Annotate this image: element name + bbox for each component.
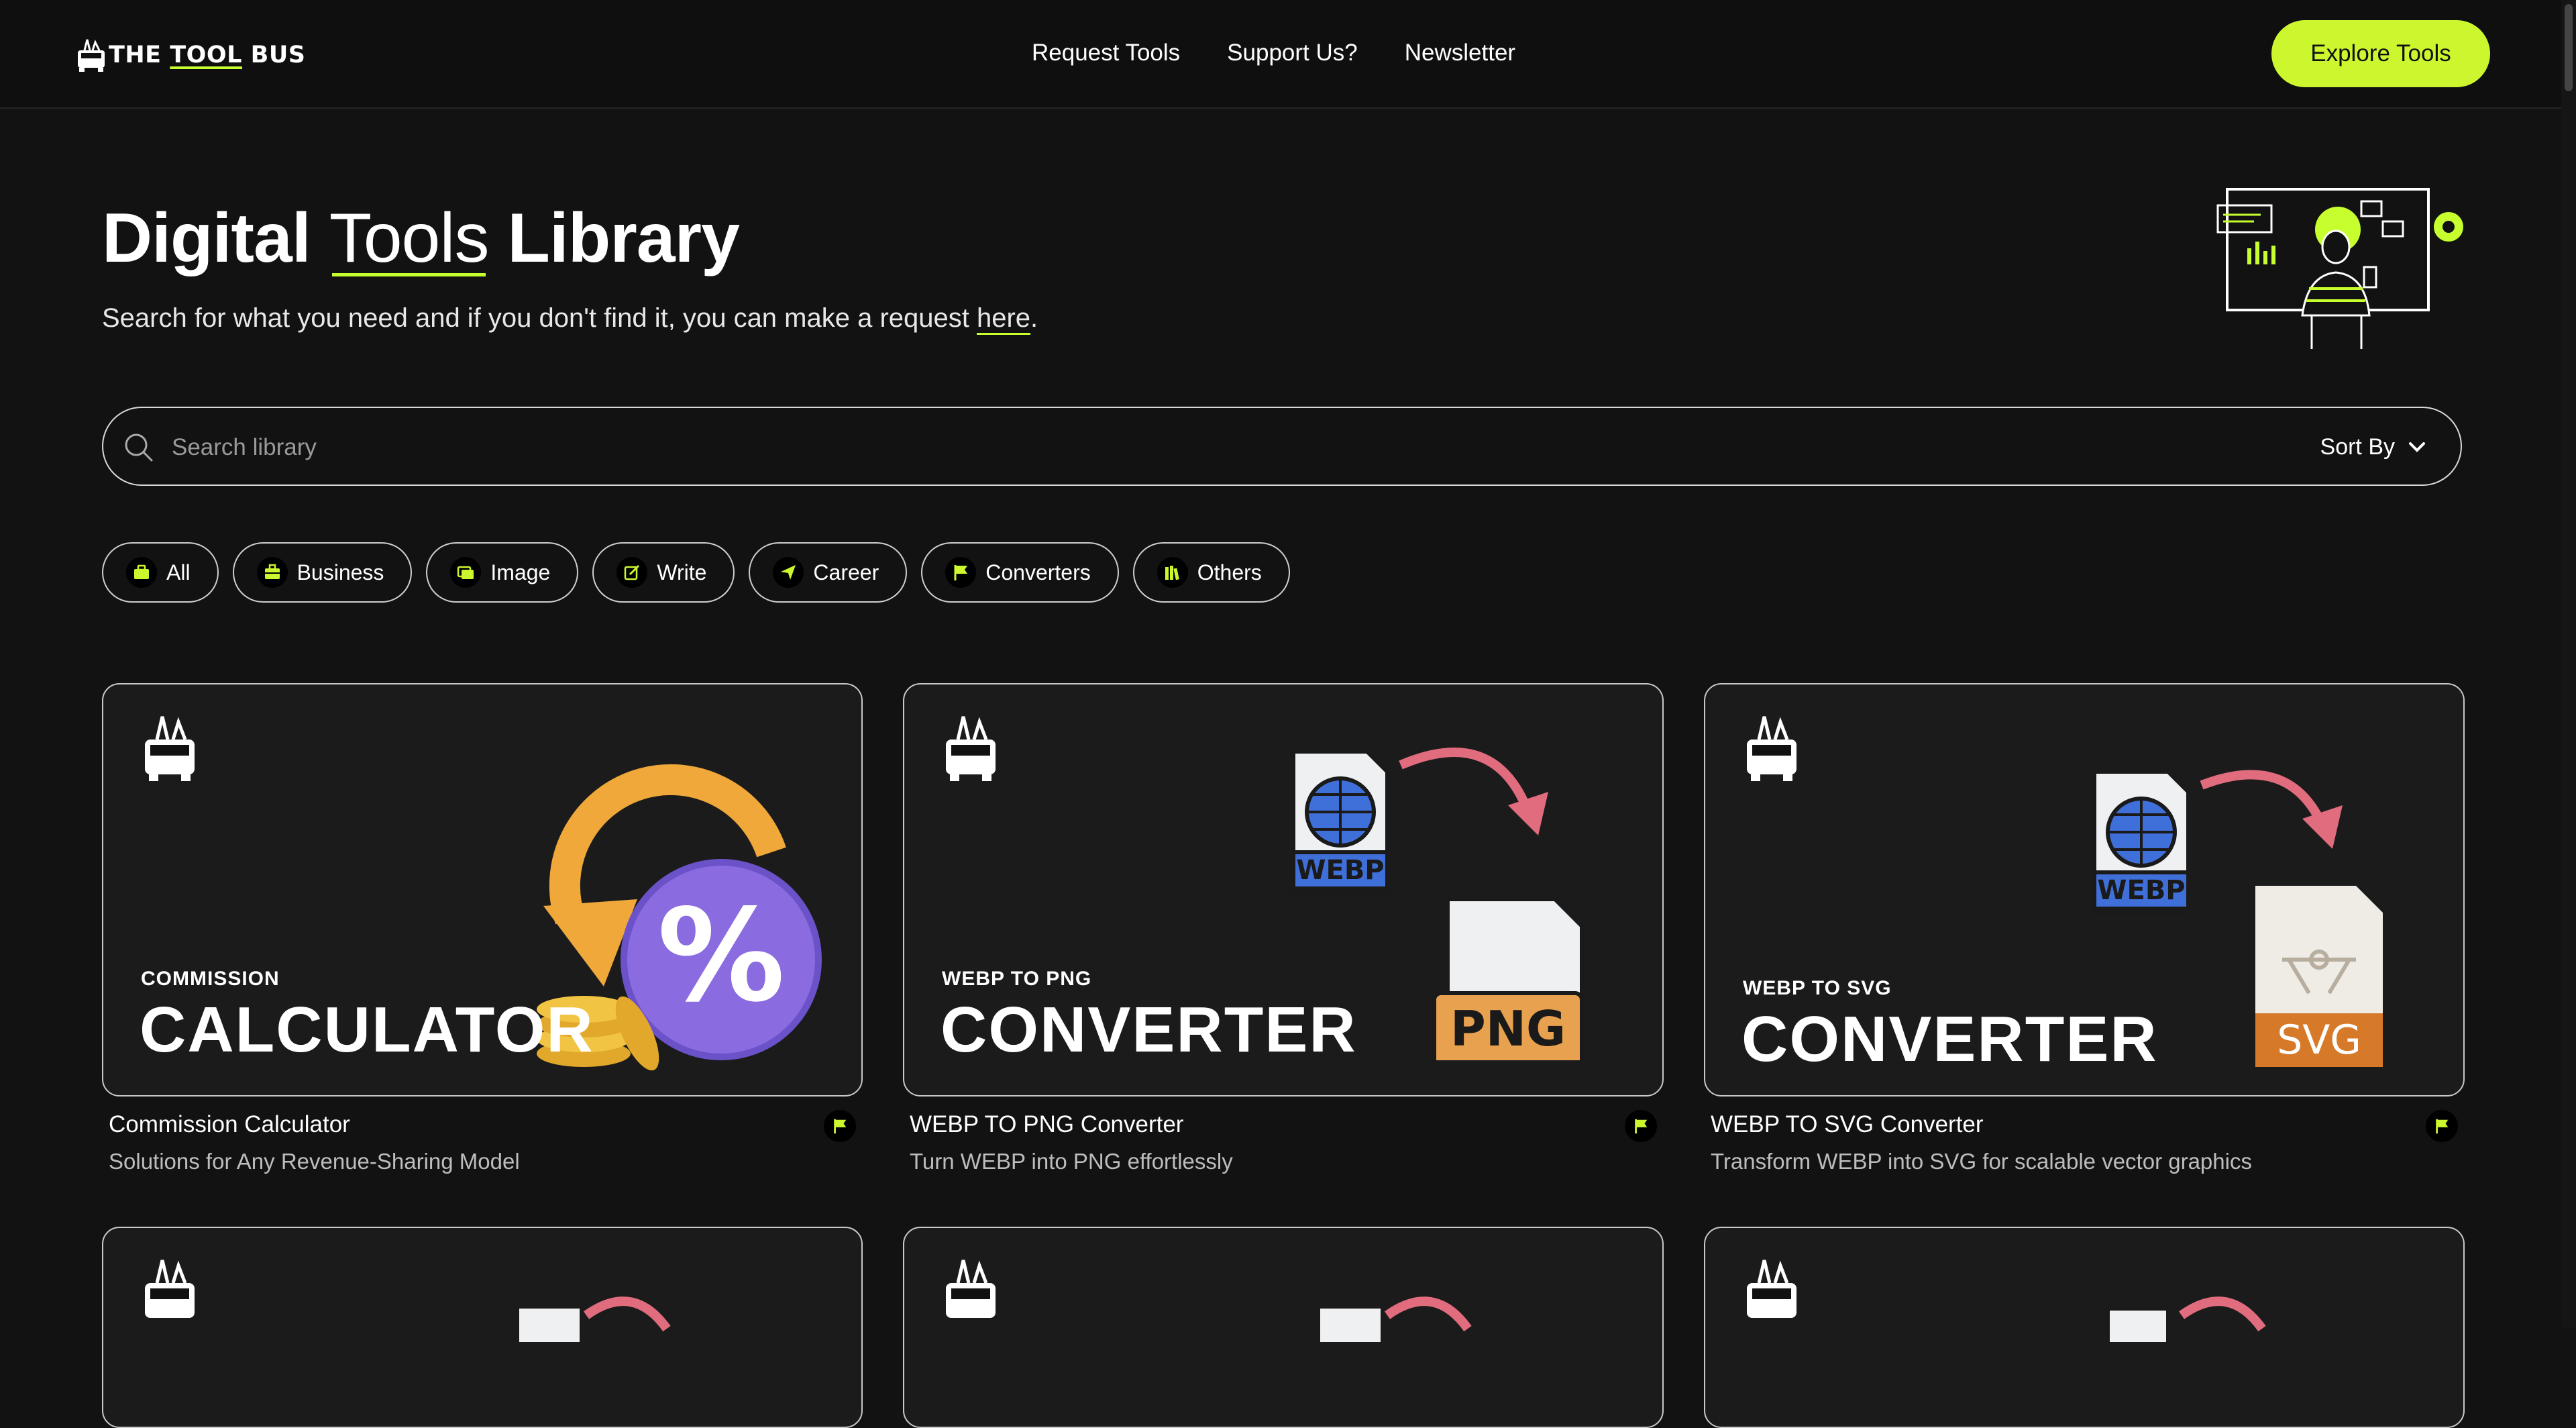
bus-logo-icon	[1747, 716, 1796, 781]
sort-by-dropdown[interactable]: Sort By	[2320, 428, 2427, 466]
page-title: Digital Tools Library	[102, 195, 740, 282]
category-image[interactable]: Image	[426, 542, 579, 603]
flag-icon	[1625, 1110, 1657, 1142]
title-part-3: Library	[488, 199, 740, 277]
from-format-label: WEBP	[1296, 855, 1384, 886]
from-format-label: WEBP	[2097, 875, 2185, 906]
bus-logo-icon	[1747, 1260, 1796, 1318]
explore-tools-button[interactable]: Explore Tools	[2271, 20, 2490, 87]
category-label: Career	[813, 560, 879, 584]
category-label: Converters	[985, 560, 1091, 584]
top-nav: THE TOOL BUS Request Tools Support Us? N…	[0, 0, 2576, 109]
card-big-heading: CALCULATOR	[140, 994, 594, 1066]
bus-logo-icon	[145, 1260, 195, 1318]
chevron-down-icon	[2409, 442, 2425, 452]
card-title[interactable]: Commission Calculator	[109, 1111, 350, 1138]
nav-links: Request Tools Support Us? Newsletter	[1032, 36, 1562, 70]
site-logo[interactable]: THE TOOL BUS	[75, 35, 305, 75]
file-convert-icon	[519, 1296, 671, 1342]
search-bar: Sort By	[102, 407, 2462, 486]
category-label: Others	[1197, 560, 1262, 584]
card-big-heading: CONVERTER	[941, 994, 1357, 1066]
subtitle-end: .	[1030, 303, 1038, 333]
to-format-label: PNG	[1450, 1001, 1566, 1057]
tool-card[interactable]	[903, 1227, 1664, 1428]
file-convert-icon	[2106, 1296, 2266, 1342]
category-converters[interactable]: Converters	[921, 542, 1119, 603]
tool-card-commission-calculator[interactable]: % COMMISSION CALCULATOR	[102, 683, 863, 1096]
category-write[interactable]: Write	[592, 542, 735, 603]
category-all[interactable]: All	[102, 542, 219, 603]
person-illustration-icon	[2216, 188, 2463, 349]
logo-text-2: BUS	[241, 42, 306, 68]
paper-plane-icon	[773, 557, 804, 588]
file-convert-icon	[1320, 1296, 1472, 1342]
card-title[interactable]: WEBP TO PNG Converter	[910, 1111, 1183, 1138]
category-others[interactable]: Others	[1132, 542, 1290, 603]
search-icon	[125, 434, 153, 462]
category-label: Write	[657, 560, 707, 584]
nav-link-support-us[interactable]: Support Us?	[1227, 36, 1358, 70]
image-icon	[450, 557, 482, 588]
title-part-1: Digital	[102, 199, 329, 277]
card-description: Turn WEBP into PNG effortlessly	[910, 1149, 1233, 1174]
subtitle-text: Search for what you need and if you don'…	[102, 303, 977, 333]
page-scrollbar[interactable]	[2561, 0, 2576, 1327]
flag-icon	[824, 1110, 856, 1142]
scrollbar-thumb[interactable]	[2565, 4, 2573, 91]
card-small-heading: WEBP TO PNG	[942, 968, 1092, 990]
tool-card[interactable]	[1704, 1227, 2465, 1428]
category-business[interactable]: Business	[232, 542, 413, 603]
category-label: Business	[297, 560, 384, 584]
flag-icon	[945, 557, 977, 588]
search-input[interactable]	[170, 427, 2186, 468]
bus-logo-icon	[145, 716, 195, 781]
flag-icon	[2426, 1110, 2458, 1142]
toolbox-icon	[126, 557, 157, 588]
nav-link-request-tools[interactable]: Request Tools	[1032, 36, 1180, 70]
edit-icon	[616, 557, 648, 588]
tool-card[interactable]	[102, 1227, 863, 1428]
category-label: All	[166, 560, 191, 584]
card-title[interactable]: WEBP TO SVG Converter	[1711, 1111, 1984, 1138]
card-small-heading: COMMISSION	[141, 968, 280, 990]
tool-card-webp-to-png[interactable]: WEBP PNG WEBP TO PNG CONVERTER	[903, 683, 1664, 1096]
briefcase-icon	[256, 557, 288, 588]
to-format-label: SVG	[2277, 1017, 2361, 1064]
bus-logo-icon	[946, 1260, 996, 1318]
page-subtitle: Search for what you need and if you don'…	[102, 303, 1038, 335]
card-description: Transform WEBP into SVG for scalable vec…	[1711, 1149, 2252, 1174]
category-label: Image	[490, 560, 551, 584]
card-small-heading: WEBP TO SVG	[1743, 977, 1892, 999]
title-part-2: Tools	[329, 195, 490, 282]
bus-logo-icon	[946, 716, 996, 781]
bus-logo-icon	[78, 39, 105, 72]
logo-text-1: THE	[109, 42, 170, 68]
card-description: Solutions for Any Revenue-Sharing Model	[109, 1149, 520, 1174]
books-icon	[1157, 557, 1188, 588]
nav-link-newsletter[interactable]: Newsletter	[1405, 36, 1515, 70]
card-big-heading: CONVERTER	[1741, 1003, 2158, 1075]
request-here-link[interactable]: here	[976, 303, 1031, 335]
tool-card-webp-to-svg[interactable]: WEBP SVG WEBP TO SVG CONVERTER	[1704, 683, 2465, 1096]
category-career[interactable]: Career	[749, 542, 908, 603]
category-filters: All Business Image Write Career Converte…	[102, 542, 1290, 603]
logo-text-highlight: TOOL	[170, 42, 242, 68]
sort-by-label: Sort By	[2320, 434, 2395, 460]
percent-sign: %	[657, 882, 785, 1030]
